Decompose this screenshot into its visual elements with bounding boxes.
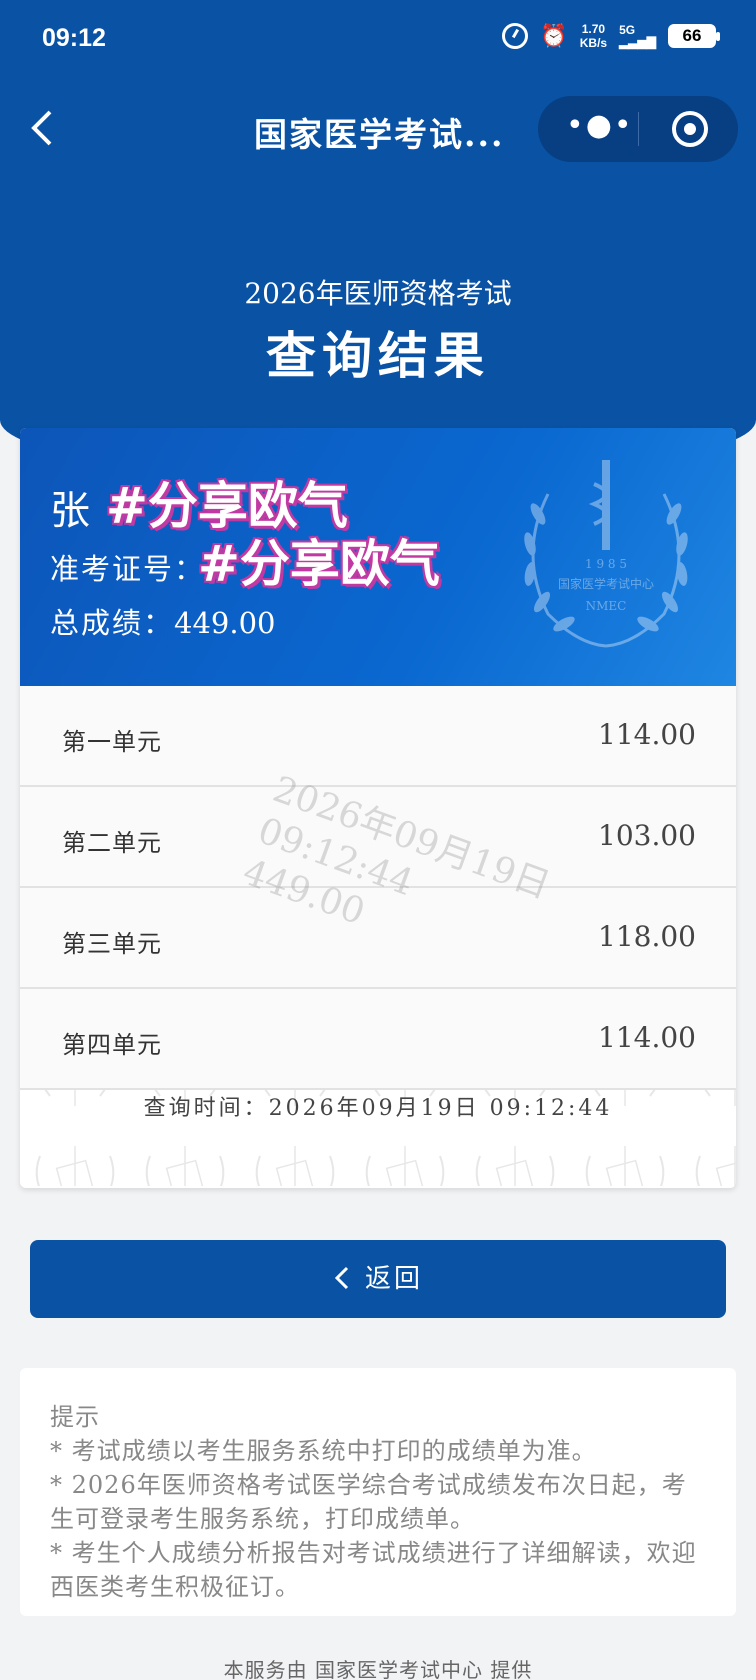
unit-row: 第一单元 114.00 [20, 686, 736, 787]
result-title: 查询结果 [266, 326, 490, 385]
result-card: 张 准考证号： 总成绩：449.00 1 9 8 5 国家医学考试中心 NMEC… [20, 428, 736, 1188]
share-sticker-2: #分享欧气 [198, 535, 440, 593]
unit-row: 第三单元 118.00 [20, 888, 736, 989]
candidate-header: 张 准考证号： 总成绩：449.00 1 9 8 5 国家医学考试中心 NMEC… [20, 428, 736, 686]
footer-credit: 本服务由 国家医学考试中心 提供 [223, 1658, 533, 1680]
unit-row: 第二单元 103.00 [20, 787, 736, 888]
unit-label: 第三单元 [62, 930, 162, 958]
chevron-left-icon [31, 110, 52, 146]
speedometer-icon [502, 23, 529, 49]
tips-panel: 提示 * 考试成绩以考生服务系统中打印的成绩单为准。 * 2026年医师资格考试… [20, 1368, 736, 1616]
exam-subtitle: 2026年医师资格考试 [244, 277, 512, 310]
unit-label: 第一单元 [62, 728, 162, 756]
bullet-icon: * [50, 1471, 72, 1499]
candidate-name: 张 [50, 488, 90, 534]
return-button[interactable]: 返回 [30, 1240, 726, 1318]
chevron-left-icon [334, 1266, 349, 1290]
tip-item: * 考试成绩以考生服务系统中打印的成绩单为准。 [50, 1437, 597, 1465]
network-speed: 1.70 KB/s [579, 22, 608, 50]
bullet-icon: * [50, 1539, 72, 1567]
exam-id-row: 准考证号： [50, 546, 205, 588]
more-dots-icon[interactable]: •●• [566, 108, 634, 143]
query-time: 查询时间：2026年09月19日 09:12:44 [143, 1096, 613, 1121]
back-button[interactable] [28, 106, 68, 150]
unit-label: 第二单元 [62, 829, 162, 857]
svg-text:NMEC: NMEC [586, 599, 627, 613]
svg-text:国家医学考试中心: 国家医学考试中心 [558, 576, 654, 591]
unit-row: 第四单元 114.00 [20, 989, 736, 1090]
alarm-icon: ⏰ [540, 23, 568, 48]
exam-id-label: 准考证号： [50, 552, 206, 586]
status-icons: ⏰ 1.70 KB/s 5G ▂▃▅▇ 66 [502, 22, 720, 50]
unit-score: 114.00 [598, 1021, 696, 1054]
nmec-seal-icon: 1 9 8 5 国家医学考试中心 NMEC [524, 460, 688, 648]
unit-score: 103.00 [598, 819, 696, 852]
unit-score-list: 第一单元 114.00 第二单元 103.00 第三单元 118.00 第四单元… [20, 686, 736, 1090]
nav-bar: 国家医学考试... •●• [0, 90, 756, 170]
capsule-divider [638, 112, 639, 146]
svg-text:1 9 8 5: 1 9 8 5 [585, 557, 627, 571]
total-score-row: 总成绩：449.00 [50, 600, 276, 642]
target-icon[interactable] [672, 111, 708, 147]
status-bar: 09:12 ⏰ 1.70 KB/s 5G ▂▃▅▇ 66 [0, 0, 756, 80]
tips-title: 提示 [50, 1403, 100, 1431]
tip-item: * 考生个人成绩分析报告对考试成绩进行了详细解读，欢迎西医类考生积极征订。 [50, 1539, 697, 1601]
clock: 09:12 [42, 24, 106, 52]
tip-item: * 2026年医师资格考试医学综合考试成绩发布次日起，考生可登录考生服务系统，打… [50, 1471, 687, 1533]
unit-score: 114.00 [598, 718, 696, 751]
unit-label: 第四单元 [62, 1031, 162, 1059]
total-score-label: 总成绩： [50, 606, 175, 640]
bullet-icon: * [50, 1437, 72, 1465]
mini-program-capsule: •●• [538, 96, 738, 162]
return-button-label: 返回 [364, 1264, 423, 1294]
unit-score: 118.00 [598, 920, 696, 953]
page-title: 国家医学考试... [254, 115, 505, 154]
battery-icon: 66 [668, 24, 720, 48]
signal-icon: 5G ▂▃▅▇ [619, 23, 656, 49]
total-score-value: 449.00 [174, 606, 276, 640]
